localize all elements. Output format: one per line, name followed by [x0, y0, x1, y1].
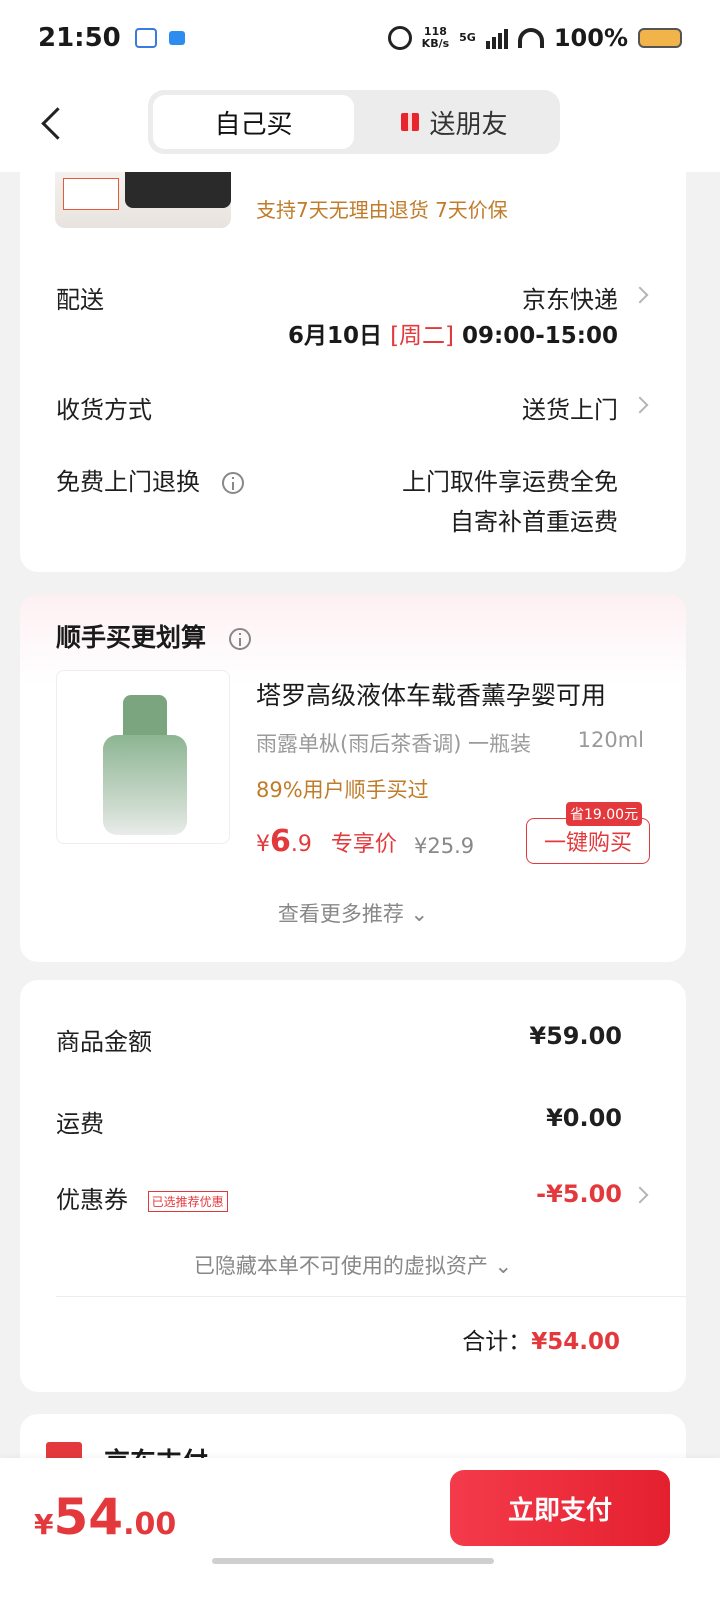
pay-now-button[interactable]: 立即支付: [450, 1470, 670, 1546]
order-info-card: 支持7天无理由退货 7天价保 配送 京东快递 6月10日 [周二] 09:00-…: [20, 172, 686, 572]
recommended-product-stat: 89%用户顺手买过: [256, 778, 429, 802]
delivery-date: 6月10日: [288, 323, 383, 349]
goods-amount-value: ¥59.00: [529, 1022, 622, 1050]
price-symbol: ¥: [256, 832, 270, 857]
recommended-product-price: ¥6.9 专享价: [256, 824, 397, 859]
price-dec: .9: [290, 832, 312, 857]
net-speed-unit: KB/s: [421, 37, 450, 50]
divider: [56, 1296, 686, 1297]
original-price: ¥25.9: [414, 834, 475, 858]
app-notification-icon-2: [168, 31, 185, 45]
receive-method-value[interactable]: 送货上门: [522, 390, 618, 425]
recommendation-title-text: 顺手买更划算: [56, 623, 207, 652]
app-notification-icon: [134, 28, 157, 48]
recommendation-card: 顺手买更划算 塔罗高级液体车载香薰孕婴可用 雨露单枞(雨后茶香调) 一瓶装 12…: [20, 594, 686, 962]
signal-icon: [485, 27, 508, 49]
alarm-icon: [387, 26, 412, 50]
chevron-right-icon[interactable]: [631, 286, 649, 304]
tab-buy-self-label: 自己买: [214, 109, 293, 140]
coupon-label-text: 优惠券: [56, 1186, 128, 1214]
payable-int: 54: [53, 1488, 124, 1546]
delivery-window: 09:00-15:00: [462, 323, 618, 349]
recommended-product-image[interactable]: [56, 670, 230, 844]
chevron-right-icon[interactable]: [631, 396, 649, 414]
recommended-product-volume: 120ml: [577, 728, 644, 752]
free-return-line1: 上门取件享运费全免: [402, 468, 618, 496]
delivery-label: 配送: [56, 286, 104, 314]
shipping-value: ¥0.00: [546, 1104, 622, 1132]
goods-amount-label: 商品金额: [56, 1028, 152, 1056]
wifi-icon: [517, 28, 544, 48]
free-return-line2: 自寄补首重运费: [450, 508, 618, 536]
info-icon[interactable]: [221, 472, 244, 494]
coupon-tag: 已选推荐优惠: [147, 1190, 228, 1212]
payable-currency: ¥: [34, 1508, 54, 1541]
home-indicator[interactable]: [212, 1558, 494, 1564]
info-icon[interactable]: [228, 628, 251, 650]
delivery-weekday: [周二]: [390, 323, 455, 349]
payable-amount: ¥54.00: [34, 1488, 176, 1546]
free-return-label-text: 免费上门退换: [56, 468, 200, 496]
back-icon[interactable]: [38, 104, 68, 144]
tab-gift-friend[interactable]: 送朋友: [354, 95, 555, 149]
coupon-label: 优惠券 已选推荐优惠: [56, 1180, 228, 1215]
total-label: 合计：: [462, 1329, 532, 1355]
receive-method-label: 收货方式: [56, 396, 152, 424]
gift-icon: [401, 113, 420, 131]
delivery-carrier[interactable]: 京东快递: [522, 280, 618, 315]
status-time: 21:50: [38, 23, 121, 53]
fee-summary-card: 商品金额 ¥59.00 运费 ¥0.00 优惠券 已选推荐优惠 -¥5.00 已…: [20, 980, 686, 1392]
tab-gift-friend-label: 送朋友: [429, 109, 508, 140]
recommendation-title: 顺手买更划算: [56, 618, 251, 654]
status-bar: 21:50 118 KB/s 5G 100%: [0, 0, 720, 76]
product-image[interactable]: [55, 172, 231, 228]
more-recommendations-link[interactable]: 查看更多推荐 ⌄: [20, 898, 686, 928]
network-speed: 118 KB/s: [422, 26, 449, 50]
recommended-product-title[interactable]: 塔罗高级液体车载香薰孕婴可用: [256, 676, 606, 712]
bottom-bar: ¥54.00 立即支付: [0, 1458, 720, 1600]
total-value: ¥54.00: [531, 1329, 620, 1355]
chevron-right-icon[interactable]: [631, 1186, 649, 1204]
hidden-assets-toggle[interactable]: 已隐藏本单不可使用的虚拟资产 ⌄: [20, 1250, 686, 1280]
price-tag: 专享价: [330, 832, 397, 857]
free-return-label: 免费上门退换: [56, 462, 244, 497]
tab-buy-self[interactable]: 自己买: [153, 95, 354, 149]
network-type: 5G: [459, 31, 476, 44]
battery-percent: 100%: [553, 24, 628, 52]
more-recommendations-label: 查看更多推荐: [277, 902, 404, 926]
delivery-time[interactable]: 6月10日 [周二] 09:00-15:00: [288, 316, 618, 350]
recommended-product-spec[interactable]: 雨露单枞(雨后茶香调) 一瓶装: [256, 728, 531, 758]
hidden-assets-label: 已隐藏本单不可使用的虚拟资产: [193, 1254, 488, 1278]
payable-dec: .00: [123, 1507, 177, 1542]
purchase-mode-tabs: 自己买 送朋友: [148, 90, 560, 154]
savings-badge: 省19.00元: [566, 802, 643, 826]
battery-icon: [638, 28, 682, 48]
shipping-label: 运费: [56, 1110, 104, 1138]
coupon-value[interactable]: -¥5.00: [536, 1180, 622, 1208]
service-guarantees: 支持7天无理由退货 7天价保: [256, 198, 508, 222]
price-int: 6: [270, 824, 291, 859]
header: 自己买 送朋友: [0, 76, 720, 172]
order-total: 合计：¥54.00: [462, 1322, 620, 1356]
perfume-bottle-image: [103, 695, 187, 835]
